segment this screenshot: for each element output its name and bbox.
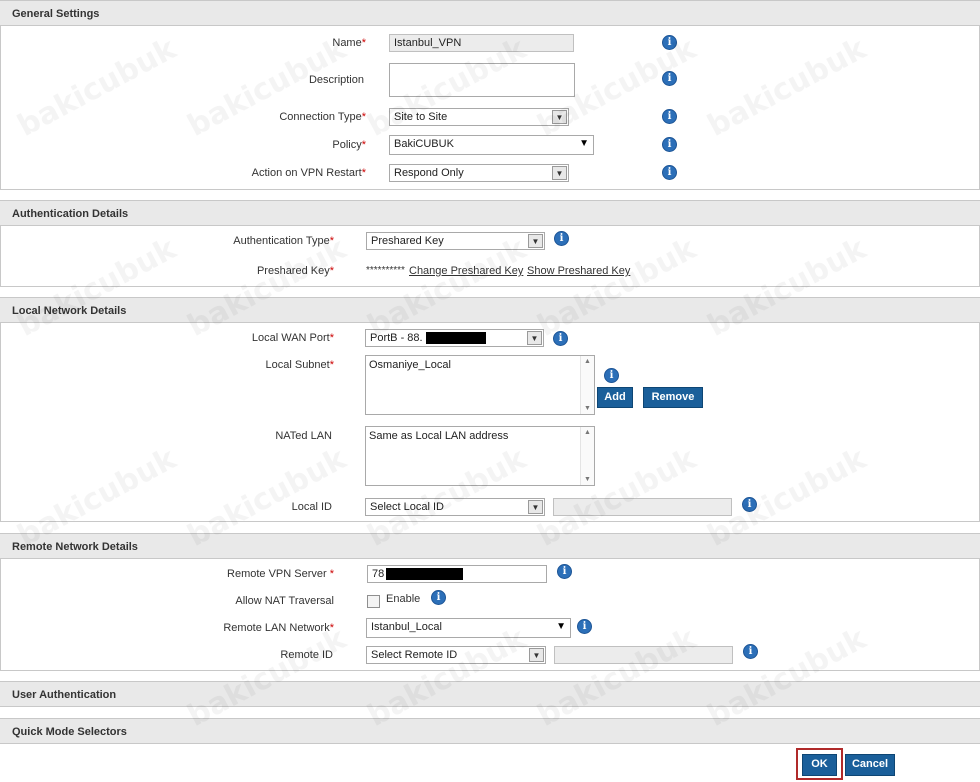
remote-network-details-header: Remote Network Details bbox=[0, 533, 980, 559]
remote-vpn-server-label: Remote VPN Server * bbox=[227, 568, 334, 580]
redacted-block bbox=[425, 332, 486, 345]
nated-lan-label: NATed LAN bbox=[275, 430, 332, 442]
cancel-button[interactable]: Cancel bbox=[845, 754, 895, 776]
chevron-down-icon: ▼ bbox=[556, 621, 566, 632]
nat-enable-label: Enable bbox=[386, 593, 421, 605]
local-subnet-list[interactable]: Osmaniye_Local ▲ ▼ bbox=[365, 355, 595, 415]
add-button[interactable]: Add bbox=[597, 387, 633, 408]
redacted-block bbox=[386, 568, 464, 581]
name-label: Name* bbox=[332, 37, 366, 49]
local-wan-port-label: Local WAN Port* bbox=[251, 332, 334, 344]
policy-info-icon[interactable]: i bbox=[662, 137, 677, 152]
chevron-down-icon: ▼ bbox=[529, 648, 544, 662]
policy-select[interactable]: BakiCUBUK ▼ bbox=[389, 135, 594, 155]
show-preshared-key-link[interactable]: Show Preshared Key bbox=[527, 265, 630, 277]
remote-id-label: Remote ID bbox=[280, 649, 333, 661]
connection-type-label: Connection Type* bbox=[279, 111, 366, 123]
remote-id-select[interactable]: Select Remote ID ▼ bbox=[366, 646, 546, 664]
chevron-down-icon: ▼ bbox=[552, 110, 567, 124]
remote-lan-network-info-icon[interactable]: i bbox=[577, 619, 592, 634]
chevron-down-icon: ▼ bbox=[552, 166, 567, 180]
chevron-down-icon: ▼ bbox=[579, 138, 589, 149]
remote-lan-network-label: Remote LAN Network* bbox=[223, 622, 334, 634]
local-subnet-label: Local Subnet* bbox=[265, 359, 335, 371]
remove-button[interactable]: Remove bbox=[643, 387, 703, 408]
chevron-down-icon: ▼ bbox=[528, 500, 543, 514]
change-preshared-key-link[interactable]: Change Preshared Key bbox=[409, 265, 523, 277]
remote-id-info-icon[interactable]: i bbox=[743, 644, 758, 659]
preshared-key-mask: ********** bbox=[366, 265, 405, 276]
scrollbar[interactable]: ▲ ▼ bbox=[580, 356, 594, 414]
local-id-select[interactable]: Select Local ID ▼ bbox=[365, 498, 545, 516]
local-id-info-icon[interactable]: i bbox=[742, 497, 757, 512]
user-authentication-header[interactable]: User Authentication bbox=[0, 681, 980, 707]
description-field[interactable] bbox=[389, 63, 575, 97]
action-restart-label: Action on VPN Restart* bbox=[251, 167, 366, 179]
remote-vpn-server-field[interactable]: 78 bbox=[367, 565, 547, 583]
name-field[interactable]: Istanbul_VPN bbox=[389, 34, 574, 52]
chevron-down-icon: ▼ bbox=[527, 331, 542, 345]
remote-lan-network-select[interactable]: Istanbul_Local ▼ bbox=[366, 618, 571, 638]
auth-type-select[interactable]: Preshared Key ▼ bbox=[366, 232, 545, 250]
name-info-icon[interactable]: i bbox=[662, 35, 677, 50]
nat-traversal-checkbox[interactable] bbox=[367, 595, 380, 608]
chevron-down-icon: ▼ bbox=[528, 234, 543, 248]
connection-type-info-icon[interactable]: i bbox=[662, 109, 677, 124]
policy-label: Policy* bbox=[332, 139, 366, 151]
remote-id-field[interactable] bbox=[554, 646, 733, 664]
auth-type-label: Authentication Type* bbox=[233, 235, 334, 247]
action-restart-info-icon[interactable]: i bbox=[662, 165, 677, 180]
preshared-key-label: Preshared Key* bbox=[256, 265, 334, 277]
nat-traversal-info-icon[interactable]: i bbox=[431, 590, 446, 605]
allow-nat-traversal-label: Allow NAT Traversal bbox=[235, 595, 334, 607]
local-subnet-info-icon[interactable]: i bbox=[604, 368, 619, 383]
local-network-details-header: Local Network Details bbox=[0, 297, 980, 323]
connection-type-select[interactable]: Site to Site ▼ bbox=[389, 108, 569, 126]
nated-lan-field[interactable]: Same as Local LAN address ▲ ▼ bbox=[365, 426, 595, 486]
remote-vpn-server-info-icon[interactable]: i bbox=[557, 564, 572, 579]
scrollbar[interactable]: ▲ ▼ bbox=[580, 427, 594, 485]
local-wan-port-info-icon[interactable]: i bbox=[553, 331, 568, 346]
action-restart-select[interactable]: Respond Only ▼ bbox=[389, 164, 569, 182]
local-wan-port-select[interactable]: PortB - 88. ▼ bbox=[365, 329, 544, 347]
description-info-icon[interactable]: i bbox=[662, 71, 677, 86]
general-settings-header: General Settings bbox=[0, 0, 980, 26]
description-label: Description bbox=[308, 74, 364, 86]
local-id-label: Local ID bbox=[291, 501, 332, 513]
quick-mode-selectors-header[interactable]: Quick Mode Selectors bbox=[0, 718, 980, 744]
ok-button[interactable]: OK bbox=[802, 754, 837, 776]
local-network-details-panel bbox=[0, 323, 980, 522]
authentication-details-header: Authentication Details bbox=[0, 200, 980, 226]
local-id-field[interactable] bbox=[553, 498, 732, 516]
auth-type-info-icon[interactable]: i bbox=[554, 231, 569, 246]
